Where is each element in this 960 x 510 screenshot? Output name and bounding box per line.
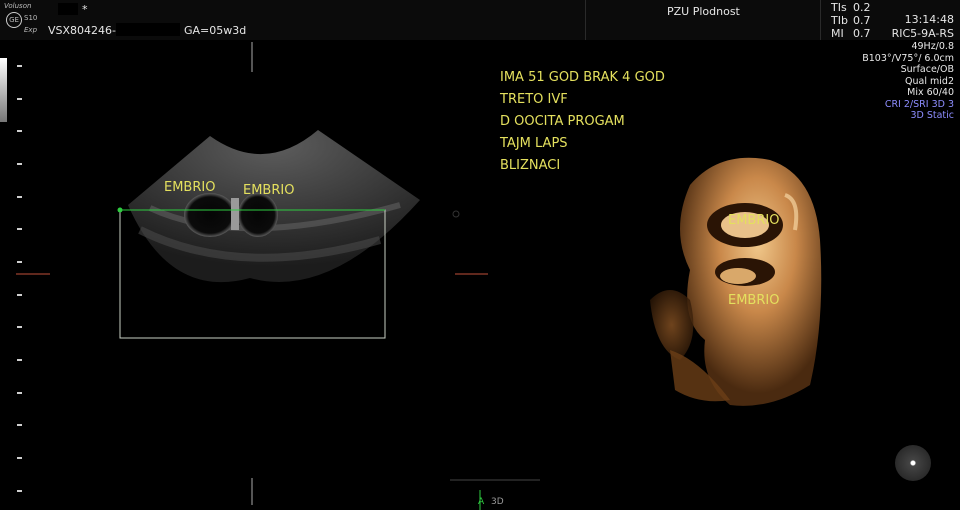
annotation-line: TRETO IVF <box>500 92 568 107</box>
roi-anchor-marker[interactable] <box>117 207 123 213</box>
annotation-line: IMA 51 GOD BRAK 4 GOD <box>500 70 665 85</box>
mode-3d-label: 3D <box>491 497 504 507</box>
view-a-label: A <box>478 497 485 507</box>
embryo-label-3d: EMBRIO <box>728 293 780 308</box>
ge-logo-icon: GE <box>6 12 22 28</box>
redacted-name-box <box>58 3 78 15</box>
gestational-age: GA=05w3d <box>184 24 247 37</box>
logo-model: S10 <box>24 14 38 22</box>
annotation-line: BLIZNACI <box>500 158 561 173</box>
focus-marker-icon <box>452 210 460 218</box>
embryo-label-2d: EMBRIO <box>243 183 295 198</box>
embryo-label-3d: EMBRIO <box>728 213 780 228</box>
header-divider <box>585 0 586 40</box>
patient-id: VSX804246- <box>48 24 117 37</box>
tib-label: TIb <box>831 14 848 27</box>
header-divider <box>820 0 821 40</box>
ultrasound-viewport[interactable] <box>0 40 960 510</box>
tis-value: 0.2 <box>853 1 871 14</box>
annotation-text: IMA 51 GOD BRAK 4 GOD TRETO IVF D OOCITA… <box>500 67 665 177</box>
header-bar: Voluson GE S10 Exp * VSX804246- GA=05w3d… <box>0 0 960 40</box>
3d-render <box>650 157 822 406</box>
tis-label: TIs <box>831 1 847 14</box>
mi-value: 0.7 <box>853 27 871 40</box>
probe-name: RIC5-9A-RS <box>891 27 954 40</box>
voluson-logo: Voluson GE S10 Exp <box>2 2 42 38</box>
embryo-label-2d: EMBRIO <box>164 180 216 195</box>
trackball-icon[interactable] <box>895 445 931 481</box>
patient-asterisk: * <box>82 3 88 16</box>
annotation-line: D OOCITA PROGAM <box>500 114 625 129</box>
mi-label: MI <box>831 27 844 40</box>
annotation-line: TAJM LAPS <box>500 136 568 151</box>
redacted-id-box <box>116 23 180 36</box>
logo-exp: Exp <box>24 26 38 34</box>
clock-time: 13:14:48 <box>904 13 954 26</box>
clinic-name: PZU Plodnost <box>667 5 740 18</box>
tib-value: 0.7 <box>853 14 871 27</box>
logo-brand: Voluson <box>4 2 32 10</box>
